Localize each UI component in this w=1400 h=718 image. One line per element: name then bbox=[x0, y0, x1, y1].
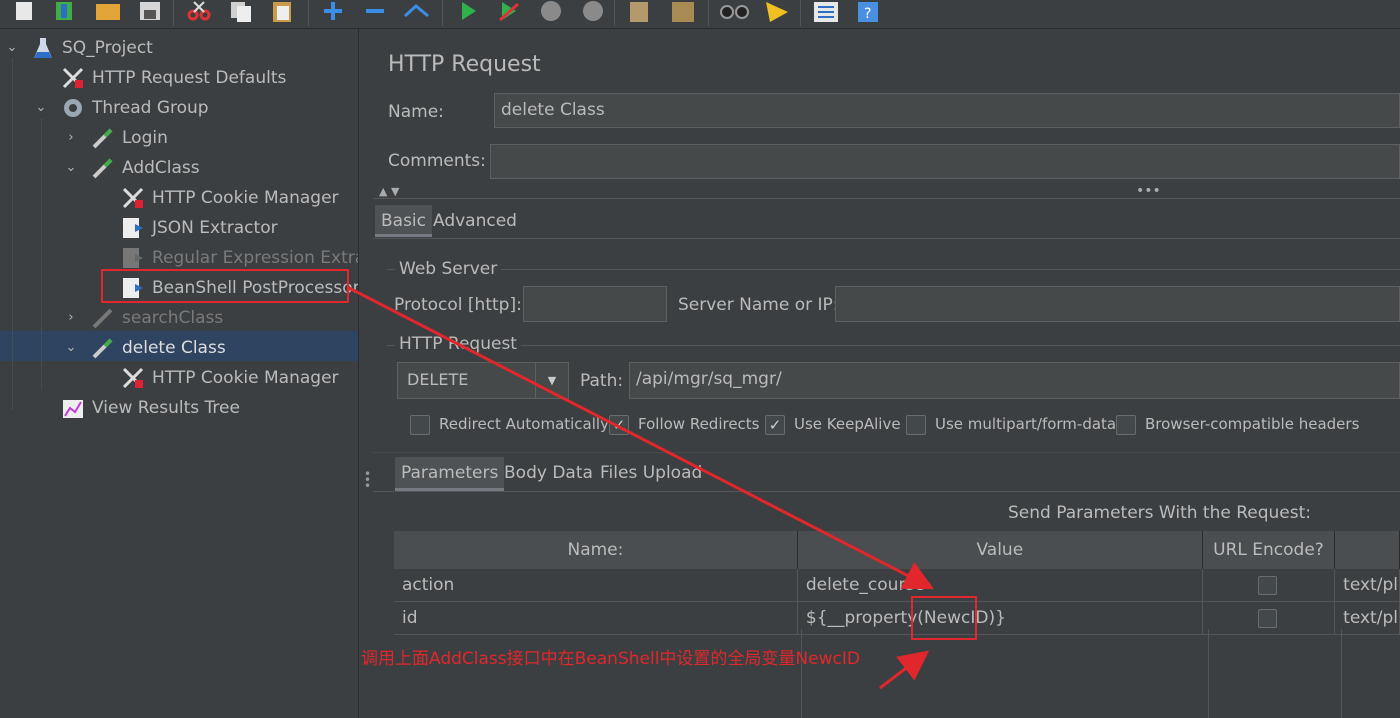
annotation-arrow-short bbox=[879, 650, 930, 690]
annotation-arrows bbox=[348, 286, 935, 690]
annotation-arrow-long bbox=[348, 286, 935, 590]
